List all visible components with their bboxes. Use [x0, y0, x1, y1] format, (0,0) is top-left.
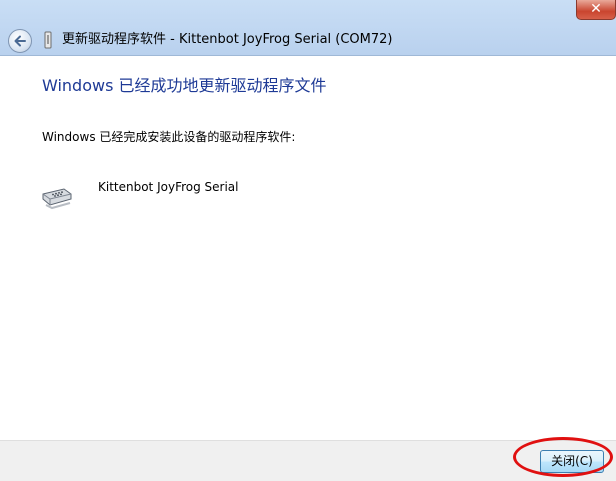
window-title: 更新驱动程序软件 - Kittenbot JoyFrog Serial (COM… — [62, 32, 393, 47]
device-name: Kittenbot JoyFrog Serial — [98, 180, 239, 194]
device-icon-small — [44, 31, 52, 49]
footer-bar: 关闭(C) — [0, 440, 616, 481]
back-arrow-icon — [14, 35, 26, 47]
window-close-button[interactable]: ✕ — [576, 0, 616, 20]
close-button[interactable]: 关闭(C) — [540, 450, 604, 473]
description-text: Windows 已经完成安装此设备的驱动程序软件: — [42, 130, 296, 144]
success-heading: Windows 已经成功地更新驱动程序文件 — [42, 76, 327, 95]
close-icon: ✕ — [590, 1, 602, 17]
title-bar: ✕ 更新驱动程序软件 - Kittenbot JoyFrog Serial (C… — [0, 0, 616, 56]
back-button[interactable] — [8, 29, 32, 53]
content-area: Windows 已经成功地更新驱动程序文件 Windows 已经完成安装此设备的… — [0, 56, 616, 440]
serial-port-icon — [42, 188, 72, 210]
